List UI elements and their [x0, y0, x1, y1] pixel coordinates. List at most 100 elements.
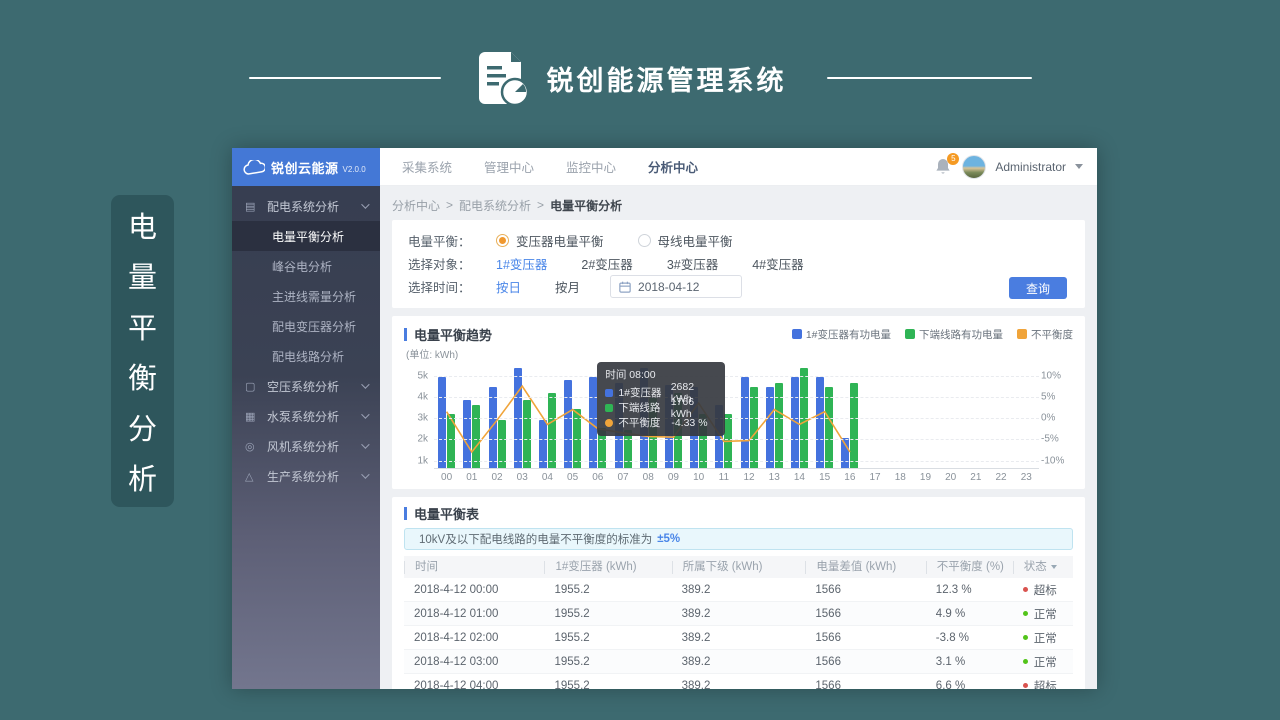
legend-label: 下端线路有功电量	[919, 327, 1003, 342]
cell: 2018-4-12 04:00	[404, 680, 544, 690]
cell: 389.2	[672, 680, 806, 690]
date-value: 2018-04-12	[638, 280, 699, 294]
x-axis-tick: 20	[938, 472, 963, 483]
cell: 1566	[805, 656, 925, 668]
chart-gridline	[434, 461, 1039, 462]
app-logo: 锐创云能源 V2.0.0	[232, 148, 380, 186]
tooltip-label: 不平衡度	[618, 415, 666, 430]
status-dot-normal	[1023, 611, 1028, 616]
table-panel: 电量平衡表 10kV及以下配电线路的电量不平衡度的标准为 ±5% 时间1#变压器…	[392, 497, 1085, 689]
cell: 12.3 %	[926, 584, 1013, 596]
breadcrumb-separator: >	[446, 198, 453, 212]
vertical-label-char: 衡	[128, 355, 157, 397]
sidebar-group-生产系统分析[interactable]: △生产系统分析	[232, 461, 380, 491]
cell: 2018-4-12 02:00	[404, 632, 544, 644]
top-nav-items: 采集系统 管理中心 监控中心 分析中心	[380, 157, 698, 176]
legend-label: 不平衡度	[1031, 327, 1073, 342]
x-axis-tick: 22	[988, 472, 1013, 483]
vertical-label-char: 电	[128, 204, 157, 246]
cell: 1955.2	[544, 680, 671, 690]
user-avatar[interactable]	[962, 155, 986, 179]
cell: -3.8 %	[926, 632, 1013, 644]
time-label: 选择时间：	[408, 277, 482, 296]
x-axis-tick: 10	[686, 472, 711, 483]
legend-item-1#变压器有功电量[interactable]: 1#变压器有功电量	[792, 327, 891, 342]
chart-unit-label: (单位: kWh)	[406, 346, 1073, 361]
topnav-item-采集系统[interactable]: 采集系统	[402, 157, 452, 176]
breadcrumb-item[interactable]: 分析中心	[392, 197, 440, 214]
chart-plot-area: 时间 08:00 1#变压器2682 kWh下端线路1766 kWh不平衡度-4…	[434, 365, 1039, 469]
table-row: 2018-4-12 00:001955.2389.2156612.3 %超标	[404, 578, 1073, 602]
balance-radio-group: 变压器电量平衡 母线电量平衡	[496, 231, 733, 250]
query-button[interactable]: 查询	[1009, 277, 1067, 299]
radio-dot	[499, 237, 506, 244]
sidebar-item-电量平衡分析[interactable]: 电量平衡分析	[232, 221, 380, 251]
object-chip-3#变压器[interactable]: 3#变压器	[667, 254, 718, 273]
breadcrumb-item[interactable]: 配电系统分析	[459, 197, 531, 214]
topnav-item-监控中心[interactable]: 监控中心	[566, 157, 616, 176]
time-mode-按月[interactable]: 按月	[555, 277, 580, 296]
legend-item-不平衡度[interactable]: 不平衡度	[1017, 327, 1073, 342]
column-header-label: 不平衡度 (%)	[937, 561, 1004, 574]
status-label: 正常	[1034, 654, 1057, 670]
object-label: 选择对象：	[408, 254, 482, 273]
sidebar-group-空压系统分析[interactable]: ▢空压系统分析	[232, 371, 380, 401]
table-icon: ▦	[245, 410, 259, 423]
cell: 389.2	[672, 656, 806, 668]
sidebar: 锐创云能源 V2.0.0 ▤配电系统分析电量平衡分析峰谷电分析主进线需量分析配电…	[232, 148, 380, 689]
vertical-section-label: 电量平衡分析	[111, 195, 174, 507]
column-header-所属下级 (kWh): 所属下级 (kWh)	[672, 561, 806, 574]
x-axis-tick: 05	[560, 472, 585, 483]
x-axis-tick: 17	[862, 472, 887, 483]
edit-icon: ▢	[245, 380, 259, 393]
sidebar-group-风机系统分析[interactable]: ◎风机系统分析	[232, 431, 380, 461]
sort-caret-icon[interactable]	[1051, 565, 1057, 569]
user-menu-caret-icon[interactable]	[1075, 164, 1083, 169]
sidebar-item-配电线路分析[interactable]: 配电线路分析	[232, 341, 380, 371]
radio-变压器电量平衡[interactable]: 变压器电量平衡	[496, 231, 604, 250]
legend-label: 1#变压器有功电量	[806, 327, 891, 342]
balance-type-row: 电量平衡： 变压器电量平衡母线电量平衡	[408, 230, 1069, 251]
legend-swatch	[905, 329, 915, 339]
cell: 389.2	[672, 608, 806, 620]
y-axis-right-tick: 0%	[1041, 413, 1071, 424]
topnav-item-分析中心[interactable]: 分析中心	[648, 157, 698, 176]
sidebar-item-配电变压器分析[interactable]: 配电变压器分析	[232, 311, 380, 341]
time-mode-按日[interactable]: 按日	[496, 277, 521, 296]
sidebar-item-主进线需量分析[interactable]: 主进线需量分析	[232, 281, 380, 311]
app-logo-name: 锐创云能源	[271, 158, 339, 177]
chevron-down-icon	[361, 410, 369, 418]
user-name: Administrator	[995, 160, 1066, 174]
vertical-label-char: 析	[128, 456, 157, 498]
trend-header: 电量平衡趋势 1#变压器有功电量下端线路有功电量不平衡度	[404, 324, 1073, 344]
sidebar-group-水泵系统分析[interactable]: ▦水泵系统分析	[232, 401, 380, 431]
cell: 1955.2	[544, 584, 671, 596]
y-axis-left-tick: 2k	[404, 434, 428, 445]
topbar-right: 5 Administrator	[935, 155, 1097, 179]
cell: 6.6 %	[926, 680, 1013, 690]
object-chip-4#变压器[interactable]: 4#变压器	[752, 254, 803, 273]
column-header-label: 1#变压器 (kWh)	[555, 561, 636, 574]
x-axis-tick: 21	[963, 472, 988, 483]
sidebar-group-配电系统分析[interactable]: ▤配电系统分析	[232, 191, 380, 221]
sidebar-item-峰谷电分析[interactable]: 峰谷电分析	[232, 251, 380, 281]
radio-母线电量平衡[interactable]: 母线电量平衡	[638, 231, 733, 250]
object-chip-1#变压器[interactable]: 1#变压器	[496, 254, 547, 273]
cell: 389.2	[672, 584, 806, 596]
tooltip-value: -4.33 %	[671, 417, 707, 429]
table-row: 2018-4-12 03:001955.2389.215663.1 %正常	[404, 650, 1073, 674]
date-input[interactable]: 2018-04-12	[610, 275, 742, 298]
radio-label: 母线电量平衡	[658, 231, 733, 250]
x-axis-tick: 13	[762, 472, 787, 483]
topnav-item-管理中心[interactable]: 管理中心	[484, 157, 534, 176]
table-header: 电量平衡表	[404, 503, 1073, 523]
object-chip-2#变压器[interactable]: 2#变压器	[581, 254, 632, 273]
cell: 1955.2	[544, 632, 671, 644]
notification-bell-icon[interactable]: 5	[935, 158, 953, 176]
chevron-down-icon	[361, 200, 369, 208]
radio-circle-icon	[496, 234, 509, 247]
filter-panel: 电量平衡： 变压器电量平衡母线电量平衡 选择对象： 1#变压器2#变压器3#变压…	[392, 220, 1085, 308]
legend-item-下端线路有功电量[interactable]: 下端线路有功电量	[905, 327, 1003, 342]
chart-gridline	[434, 418, 1039, 419]
column-header-状态: 状态	[1013, 561, 1073, 574]
